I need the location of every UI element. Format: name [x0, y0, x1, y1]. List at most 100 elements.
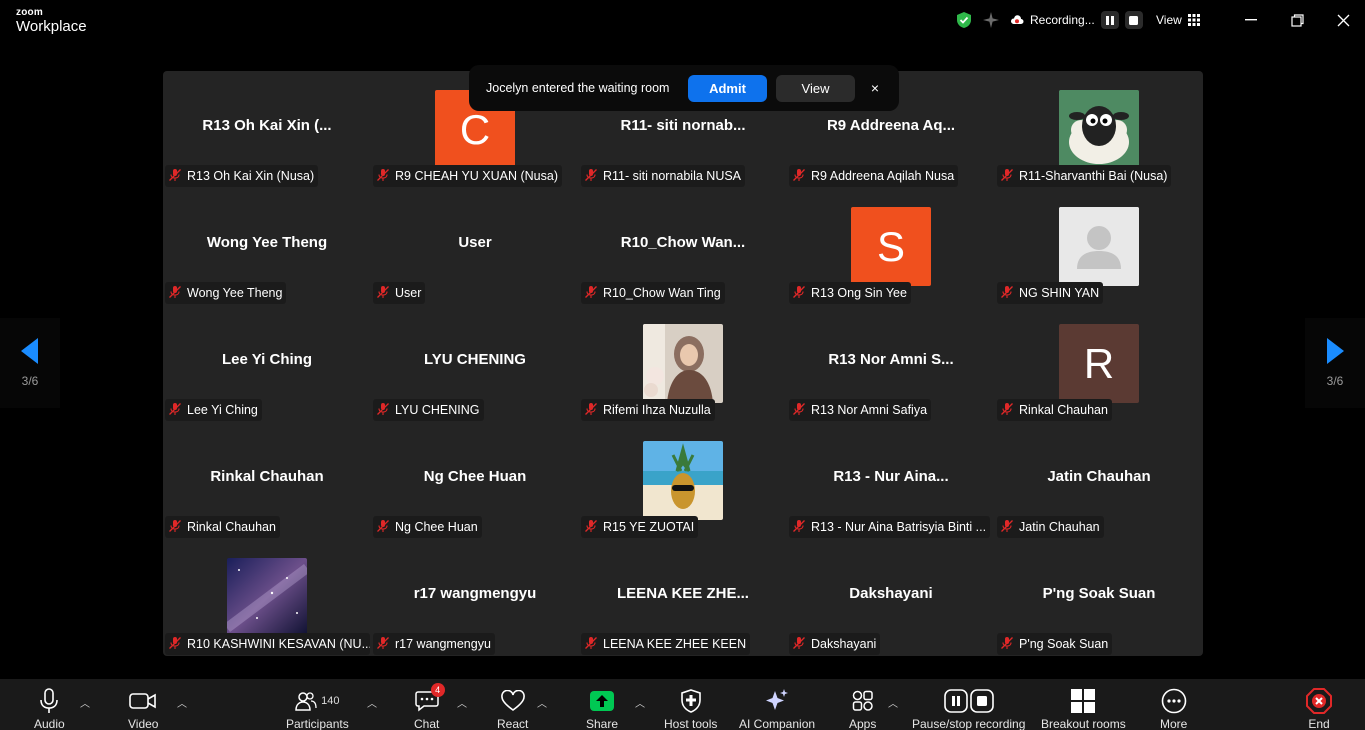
- react-options-chevron-up-icon[interactable]: ︿: [537, 695, 547, 710]
- breakout-rooms-icon: [1071, 689, 1096, 713]
- participant-display-name: R10_Chow Wan...: [620, 234, 746, 251]
- participant-name-tag: R13 Oh Kai Xin (Nusa): [165, 165, 319, 187]
- muted-mic-icon: [1000, 168, 1014, 185]
- share-button[interactable]: Share: [586, 687, 618, 730]
- participant-name-tag: R11- siti nornabila NUSA: [581, 165, 746, 187]
- grid-icon: [1187, 14, 1200, 26]
- participant-tile[interactable]: R Rinkal Chauhan: [995, 305, 1203, 422]
- avatar: R: [1059, 324, 1139, 403]
- participants-button[interactable]: 140 Participants: [286, 687, 349, 730]
- heart-react-icon: [500, 690, 525, 711]
- participant-display-name: R11- siti nornab...: [620, 117, 746, 134]
- ai-companion-sparkle-icon: [766, 689, 789, 710]
- view-menu-button[interactable]: View: [1156, 0, 1200, 40]
- participant-tile[interactable]: S R13 Ong Sin Yee: [787, 188, 995, 305]
- video-label: Video: [128, 717, 159, 730]
- participant-tile[interactable]: Jatin Chauhan Jatin Chauhan: [995, 422, 1203, 539]
- video-camera-icon: [129, 693, 157, 709]
- muted-mic-icon: [792, 285, 806, 302]
- react-label: React: [497, 717, 529, 730]
- participant-tile[interactable]: Lee Yi Ching Lee Yi Ching: [163, 305, 371, 422]
- previous-page-button[interactable]: 3/6: [0, 318, 60, 408]
- participant-tile[interactable]: Rifemi Ihza Nuzulla: [579, 305, 787, 422]
- restore-window-button[interactable]: [1287, 10, 1307, 30]
- participant-tile[interactable]: Rinkal Chauhan Rinkal Chauhan: [163, 422, 371, 539]
- participant-name: R13 Nor Amni Safiya: [811, 403, 928, 417]
- end-meeting-button[interactable]: End: [1306, 687, 1332, 730]
- host-tools-button[interactable]: Host tools: [664, 687, 717, 730]
- recording-indicator[interactable]: Recording...: [1010, 0, 1143, 40]
- participant-name-tag: LEENA KEE ZHEE KEEN: [581, 633, 751, 655]
- react-button[interactable]: React: [497, 687, 528, 730]
- minimize-window-button[interactable]: [1241, 10, 1261, 30]
- participant-tile[interactable]: NG SHIN YAN: [995, 188, 1203, 305]
- participant-tile[interactable]: R11-Sharvanthi Bai (Nusa): [995, 71, 1203, 188]
- participant-tile[interactable]: LYU CHENING LYU CHENING: [371, 305, 579, 422]
- pause-recording-button[interactable]: [1100, 11, 1119, 29]
- stop-recording-button[interactable]: [1124, 11, 1143, 29]
- microphone-icon: [40, 688, 59, 713]
- pause-stop-recording-button[interactable]: Pause/stop recording: [912, 687, 1025, 730]
- encryption-shield-icon[interactable]: [955, 0, 973, 40]
- arrow-right-icon: [1327, 338, 1344, 364]
- close-window-button[interactable]: [1333, 10, 1353, 30]
- muted-mic-icon: [1000, 636, 1014, 653]
- host-tools-label: Host tools: [664, 717, 718, 730]
- admit-button[interactable]: Admit: [688, 75, 767, 102]
- breakout-rooms-button[interactable]: Breakout rooms: [1041, 687, 1126, 730]
- ai-companion-button[interactable]: AI Companion: [739, 687, 815, 730]
- audio-button[interactable]: Audio: [34, 687, 65, 730]
- apps-label: Apps: [849, 717, 877, 730]
- dismiss-notification-button[interactable]: ×: [865, 78, 885, 98]
- next-page-button[interactable]: 3/6: [1305, 318, 1365, 408]
- participant-display-name: R13 Oh Kai Xin (...: [202, 117, 332, 134]
- chat-options-chevron-up-icon[interactable]: ︿: [457, 695, 467, 710]
- more-button[interactable]: More: [1160, 687, 1187, 730]
- participant-tile[interactable]: Dakshayani Dakshayani: [787, 539, 995, 656]
- zoom-meeting-window: zoom Workplace Recording... View 3/6 3/6…: [0, 0, 1365, 730]
- end-meeting-icon: [1306, 688, 1332, 714]
- participant-name-tag: R13 - Nur Aina Batrisyia Binti ...: [789, 516, 991, 538]
- participant-tile[interactable]: R13 Oh Kai Xin (... R13 Oh Kai Xin (Nusa…: [163, 71, 371, 188]
- share-screen-icon: [590, 691, 615, 711]
- participant-tile[interactable]: R10_Chow Wan... R10_Chow Wan Ting: [579, 188, 787, 305]
- video-options-chevron-up-icon[interactable]: ︿: [177, 695, 187, 710]
- apps-button[interactable]: Apps: [849, 687, 876, 730]
- participant-name: R9 CHEAH YU XUAN (Nusa): [395, 169, 559, 183]
- avatar-photo-portrait: [643, 324, 723, 403]
- participant-tile[interactable]: User User: [371, 188, 579, 305]
- chat-button[interactable]: 4 Chat: [414, 683, 445, 730]
- participant-tile[interactable]: R13 Nor Amni S... R13 Nor Amni Safiya: [787, 305, 995, 422]
- audio-options-chevron-up-icon[interactable]: ︿: [80, 695, 90, 710]
- participant-name-tag: Rinkal Chauhan: [165, 516, 280, 538]
- participant-name-tag: R11-Sharvanthi Bai (Nusa): [997, 165, 1172, 187]
- participant-name-tag: Dakshayani: [789, 633, 881, 655]
- participant-name-tag: User: [373, 282, 426, 304]
- participants-options-chevron-up-icon[interactable]: ︿: [367, 695, 377, 710]
- muted-mic-icon: [168, 285, 182, 302]
- ai-sparkle-icon[interactable]: [982, 0, 1000, 40]
- video-button[interactable]: Video: [128, 687, 158, 730]
- restore-icon: [1290, 13, 1304, 27]
- participants-icon: [295, 692, 317, 711]
- muted-mic-icon: [792, 519, 806, 536]
- view-waiting-room-button[interactable]: View: [776, 75, 855, 102]
- audio-label: Audio: [34, 717, 65, 730]
- chat-unread-badge: 4: [430, 683, 445, 697]
- share-options-chevron-up-icon[interactable]: ︿: [635, 695, 645, 710]
- participant-tile[interactable]: LEENA KEE ZHE... LEENA KEE ZHEE KEEN: [579, 539, 787, 656]
- participant-name: r17 wangmengyu: [395, 637, 491, 651]
- participant-name-tag: Wong Yee Theng: [165, 282, 287, 304]
- participant-tile[interactable]: r17 wangmengyu r17 wangmengyu: [371, 539, 579, 656]
- apps-options-chevron-up-icon[interactable]: ︿: [888, 695, 898, 710]
- participant-tile[interactable]: Wong Yee Theng Wong Yee Theng: [163, 188, 371, 305]
- participant-display-name: LYU CHENING: [424, 351, 526, 368]
- participant-tile[interactable]: P'ng Soak Suan P'ng Soak Suan: [995, 539, 1203, 656]
- participant-name-tag: NG SHIN YAN: [997, 282, 1104, 304]
- participant-tile[interactable]: R10 KASHWINI KESAVAN (NU...: [163, 539, 371, 656]
- participant-tile[interactable]: R15 YE ZUOTAI: [579, 422, 787, 539]
- avatar-photo-pineapple: [643, 441, 723, 520]
- participant-tile[interactable]: R13 - Nur Aina... R13 - Nur Aina Batrisy…: [787, 422, 995, 539]
- participant-tile[interactable]: Ng Chee Huan Ng Chee Huan: [371, 422, 579, 539]
- page-indicator-left: 3/6: [21, 374, 39, 388]
